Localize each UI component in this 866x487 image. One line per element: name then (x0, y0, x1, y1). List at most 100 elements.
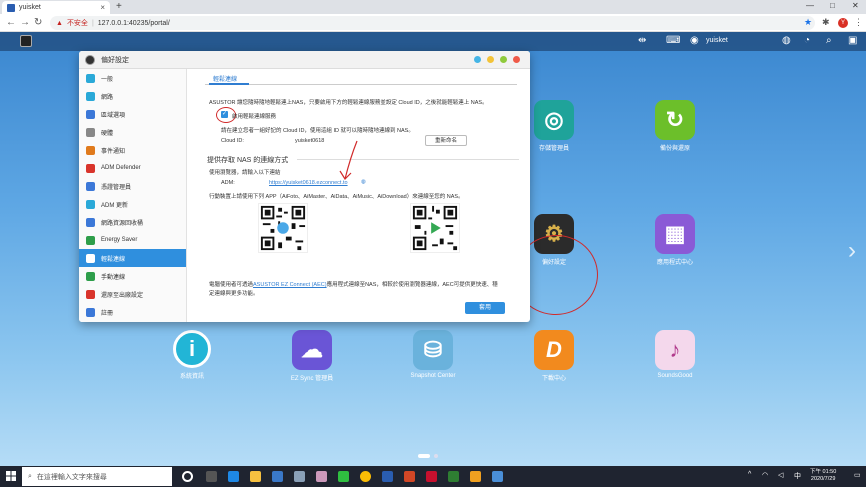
tray-up-icon[interactable]: ^ (748, 471, 751, 478)
windows-start-icon[interactable] (6, 471, 16, 481)
extension-icon[interactable]: ✱ (822, 17, 830, 28)
maximize-button[interactable] (500, 56, 507, 63)
taskbar-clock[interactable]: 下午 01:50 2020/7/29 (810, 469, 836, 483)
sidebar-item[interactable]: 憑證管理員 (79, 177, 186, 195)
sidebar-item-icon (86, 109, 95, 119)
aec-link[interactable]: ASUSTOR EZ Connect (AEC) (253, 282, 327, 288)
app-backup-restore[interactable]: ↻ 備份與還原 (640, 100, 710, 152)
word-icon[interactable] (382, 471, 393, 482)
address-bar[interactable]: ▲ 不安全 | 127.0.0.1:40235/portal/ (50, 16, 815, 30)
maximize-icon[interactable]: □ (830, 1, 835, 10)
app-download[interactable]: D 下載中心 (519, 330, 589, 382)
line-icon[interactable] (338, 471, 349, 482)
adm-username[interactable]: yuisket (706, 37, 728, 44)
close-window-icon[interactable]: ✕ (852, 1, 859, 10)
chrome-icon[interactable] (360, 471, 371, 482)
sidebar-item-icon (86, 163, 95, 173)
search-placeholder: 在這裡輸入文字來搜尋 (36, 473, 107, 481)
notification-center-icon[interactable]: ▭ (854, 471, 861, 479)
app-snapshot[interactable]: ⛁ Snapshot Center (398, 330, 468, 379)
powerpoint-icon[interactable] (404, 471, 415, 482)
close-button[interactable] (513, 56, 520, 63)
sidebar-item[interactable]: 網路 (79, 87, 186, 105)
volume-icon[interactable]: ◁ (778, 471, 783, 479)
app-icon[interactable] (316, 471, 327, 482)
forward-icon[interactable]: → (20, 17, 30, 28)
sidebar-item-label: 網路資源回收桶 (101, 220, 144, 227)
app-icon[interactable] (294, 471, 305, 482)
sidebar-item[interactable]: ADM Defender (79, 159, 186, 177)
close-tab-icon[interactable]: × (100, 3, 105, 12)
store-icon[interactable] (272, 471, 283, 482)
app-icon[interactable] (492, 471, 503, 482)
apps-icon[interactable]: ▣ (848, 35, 857, 46)
next-page-icon[interactable]: › (848, 237, 856, 265)
pdf-icon[interactable] (426, 471, 437, 482)
sidebar-item[interactable]: ADM 更新 (79, 195, 186, 213)
sidebar-item-icon (86, 199, 95, 209)
task-view-icon[interactable] (206, 471, 217, 482)
rename-button[interactable]: 重新命名 (425, 135, 467, 146)
app-icon[interactable] (448, 471, 459, 482)
pc-hint-text: 電腦使用者可透過 (209, 282, 254, 288)
network-icon[interactable]: ⇹ (638, 35, 646, 46)
cloudid-value: yuisket0618 (295, 138, 325, 144)
help-button[interactable] (474, 56, 481, 63)
security-label: 不安全 (66, 20, 88, 27)
sidebar-item[interactable]: 硬體 (79, 123, 186, 141)
window-titlebar[interactable]: 偏好設定 (79, 51, 530, 69)
settings-sidebar: 一般 網路 區域選項 硬體 事件通知 ADM Defender 憑證管理員 ADM 更新網路資… (79, 69, 187, 322)
browser-tab[interactable]: yuisket × (2, 1, 110, 14)
sidebar-item[interactable]: 事件通知 (79, 141, 186, 159)
sidebar-item[interactable]: 註冊 (79, 303, 186, 321)
adm-link[interactable]: https://yuisket0618.ezconnect.to (269, 180, 348, 186)
back-icon[interactable]: ← (6, 17, 16, 28)
sidebar-item[interactable]: 一般 (79, 69, 186, 87)
sidebar-item[interactable]: 網路資源回收桶 (79, 213, 186, 231)
sidebar-item[interactable]: 區域選項 (79, 105, 186, 123)
page-indicator (418, 454, 438, 458)
bookmark-star-icon[interactable]: ★ (804, 17, 812, 28)
info-icon: i (173, 330, 211, 368)
app-soundsgood[interactable]: ♪ SoundsGood (640, 330, 710, 379)
search-icon: ⌕ (28, 472, 32, 480)
page-dot[interactable] (434, 454, 438, 458)
app-label: 系統資訊 (179, 374, 204, 380)
photos-icon[interactable] (470, 471, 481, 482)
sidebar-item[interactable]: 還原至出廠設定 (79, 285, 186, 303)
app-system-info[interactable]: i 系統資訊 (157, 330, 227, 380)
minimize-button[interactable] (487, 56, 494, 63)
app-ezsync[interactable]: ☁ EZ Sync 管理員 (277, 330, 347, 382)
cortana-icon[interactable] (182, 471, 193, 482)
tab-ezconnect[interactable]: 輕鬆連線 (213, 74, 237, 83)
sidebar-item[interactable]: Energy Saver (79, 231, 186, 249)
sidebar-item-icon (86, 271, 95, 281)
taskbar-search[interactable]: ⌕ 在這裡輸入文字來搜尋 (22, 467, 172, 486)
settings-window: 偏好設定 一般 網路 區域選項 硬體 事件通知 ADM Defender 憑證管理員 ADM … (79, 51, 530, 322)
wifi-icon[interactable]: ◠ (762, 471, 768, 479)
app-app-central[interactable]: ▦ 應用程式中心 (640, 214, 710, 266)
sidebar-item-icon (86, 145, 95, 155)
profile-avatar[interactable]: Y (838, 18, 848, 28)
sidebar-item-label: 手動連線 (101, 274, 126, 281)
enable-label: 啟用輕鬆連線服務 (232, 114, 277, 120)
apply-button[interactable]: 套用 (465, 302, 505, 314)
ime-icon[interactable]: 中 (794, 471, 801, 481)
explorer-icon[interactable] (250, 471, 261, 482)
edge-icon[interactable] (228, 471, 239, 482)
page-dot[interactable] (418, 454, 430, 458)
sidebar-item[interactable]: 輕鬆連線 (79, 249, 186, 267)
minimize-icon[interactable]: — (806, 1, 814, 10)
activity-icon[interactable]: ◔ (804, 35, 810, 46)
notification-icon[interactable]: ◍ (782, 35, 791, 46)
cloudid-hint: 請在建立您者一組好記的 Cloud ID，使用這組 ID 就可以隨時隨地連線到 … (221, 128, 414, 134)
search-icon[interactable]: ⌕ (826, 35, 832, 46)
keyboard-icon[interactable]: ⌨ (666, 35, 680, 46)
reload-icon[interactable]: ↻ (34, 17, 42, 28)
menu-icon[interactable]: ⋮ (854, 17, 863, 28)
adm-logo-icon[interactable] (20, 35, 32, 47)
new-tab-button[interactable]: + (116, 1, 122, 12)
sidebar-item[interactable]: 手動連線 (79, 267, 186, 285)
user-icon[interactable]: ◉ (690, 35, 699, 46)
sidebar-item-label: 註冊 (101, 310, 114, 317)
